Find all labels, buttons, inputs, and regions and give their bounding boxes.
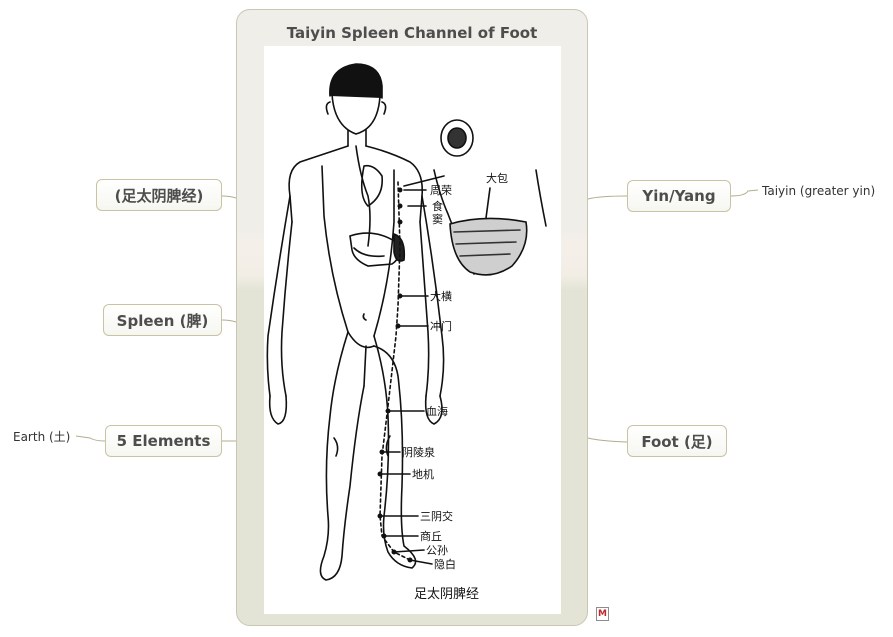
point-shidou-1: 食 [432, 199, 443, 213]
point-yinlingquan: 阴陵泉 [402, 445, 435, 459]
point-sanyinjiao: 三阴交 [420, 509, 453, 523]
topic-yin-yang[interactable]: Yin/Yang [627, 180, 731, 212]
topic-spleen[interactable]: Spleen (脾) [103, 304, 222, 336]
central-title: Taiyin Spleen Channel of Foot [286, 24, 538, 42]
central-topic[interactable]: Taiyin Spleen Channel of Foot 周荣 食 窦 大包 … [236, 9, 588, 626]
point-gongsun: 公孙 [426, 544, 448, 557]
subtopic-taiyin[interactable]: Taiyin (greater yin) [762, 184, 875, 198]
connector-left-1 [221, 195, 237, 199]
point-diji: 地机 [412, 467, 434, 481]
illustration-caption: 足太阴脾经 [414, 587, 479, 602]
topic-foot[interactable]: Foot (足) [627, 425, 727, 457]
human-figure-drawing: 周荣 食 窦 大包 大横 冲门 血海 阴陵泉 地机 三阴交 商丘 公孙 隐白 足… [266, 63, 547, 602]
topic-channel-name[interactable]: (足太阴脾经) [96, 179, 222, 211]
subtopic-earth[interactable]: Earth (土) [13, 428, 70, 445]
connector-right-1 [587, 195, 628, 200]
connector-taiyin [730, 189, 759, 197]
point-zhourong: 周荣 [430, 184, 452, 197]
connector-earth [75, 435, 106, 442]
connector-left-2 [221, 319, 237, 323]
point-yinbai: 隐白 [434, 557, 456, 571]
mindmap-note-icon[interactable]: M [596, 607, 609, 621]
point-xuehai: 血海 [426, 404, 448, 418]
point-dabao: 大包 [486, 171, 508, 185]
spleen-channel-illustration: 周荣 食 窦 大包 大横 冲门 血海 阴陵泉 地机 三阴交 商丘 公孙 隐白 足… [264, 46, 561, 614]
point-shangqiu: 商丘 [420, 529, 442, 543]
point-shidou-2: 窦 [432, 213, 443, 226]
topic-5-elements[interactable]: 5 Elements [105, 425, 222, 457]
point-chongmen: 冲门 [430, 319, 452, 333]
point-daheng: 大横 [430, 289, 452, 303]
point-shidou: 食 窦 [432, 199, 447, 226]
connector-right-2 [587, 437, 628, 443]
